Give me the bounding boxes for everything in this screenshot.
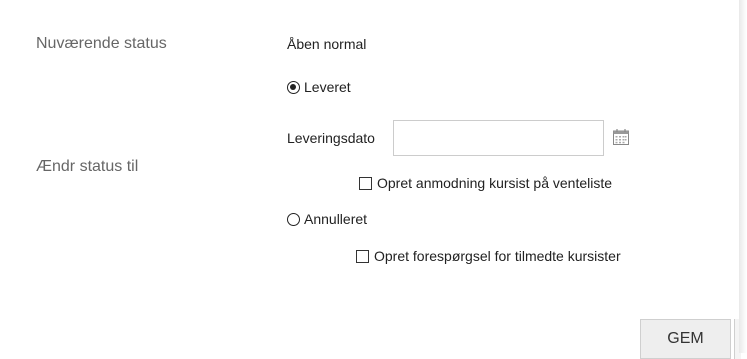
delivery-date-label: Leveringsdato (287, 130, 375, 146)
status-panel: Nuværende status Åben normal Ændr status… (0, 0, 741, 359)
current-status-value: Åben normal (287, 36, 367, 52)
change-status-label: Ændr status til (36, 158, 139, 175)
waitlist-request-label[interactable]: Opret anmodning kursist på venteliste (377, 175, 612, 191)
radio-annulleret[interactable] (287, 213, 300, 226)
delivery-date-input[interactable] (393, 120, 604, 156)
current-status-label: Nuværende status (36, 35, 167, 52)
radio-annulleret-label[interactable]: Annulleret (304, 211, 367, 227)
radio-leveret[interactable] (287, 81, 300, 94)
enrolled-inquiry-label[interactable]: Opret forespørgsel for tilmedte kursiste… (374, 248, 621, 264)
radio-leveret-label[interactable]: Leveret (304, 79, 351, 95)
save-button[interactable]: GEM (640, 319, 731, 359)
calendar-icon[interactable] (612, 128, 630, 146)
enrolled-inquiry-checkbox[interactable] (356, 250, 369, 263)
panel-shadow (739, 0, 747, 353)
waitlist-request-checkbox[interactable] (359, 177, 372, 190)
